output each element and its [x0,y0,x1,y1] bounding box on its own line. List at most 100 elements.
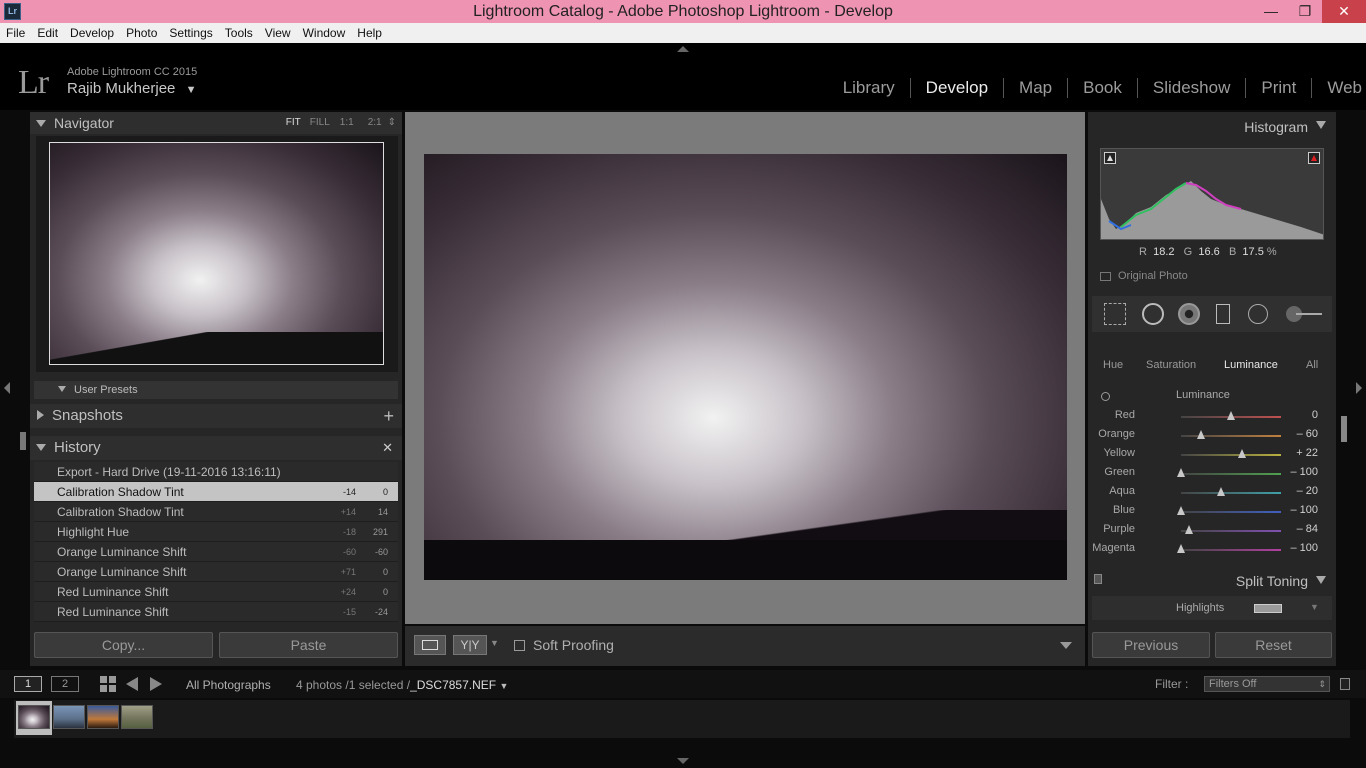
copy-button[interactable]: Copy... [34,632,213,658]
tab-saturation[interactable]: Saturation [1146,359,1196,371]
slider-thumb[interactable] [1177,544,1185,553]
slider-track[interactable] [1181,435,1281,437]
forward-arrow-icon[interactable] [150,677,162,691]
tab-hue[interactable]: Hue [1103,359,1123,371]
menu-tools[interactable]: Tools [219,23,259,40]
menu-photo[interactable]: Photo [120,23,163,40]
history-item-selected[interactable]: Calibration Shadow Tint -14 0 [34,482,398,502]
module-map[interactable]: Map [1004,78,1069,98]
luminance-slider-aqua[interactable]: Aqua – 20 [1092,482,1332,501]
add-snapshot-icon[interactable]: + [383,404,394,428]
luminance-slider-green[interactable]: Green – 100 [1092,463,1332,482]
loupe-view-icon[interactable] [414,635,446,655]
slider-thumb[interactable] [1227,411,1235,420]
chevron-down-icon[interactable]: ▼ [490,638,499,648]
module-book[interactable]: Book [1068,78,1138,98]
toolbar-menu-icon[interactable] [1060,642,1072,649]
spot-removal-icon[interactable] [1142,303,1164,325]
menu-settings[interactable]: Settings [163,23,218,40]
menu-window[interactable]: Window [297,23,352,40]
zoom-stepper-icon[interactable]: ⇕ [388,117,396,128]
targeted-adjustment-icon[interactable] [1101,392,1110,401]
filmstrip-thumbnail[interactable] [87,705,119,729]
clear-history-icon[interactable]: ✕ [382,436,393,460]
module-web[interactable]: Web [1312,78,1366,98]
filmstrip-thumbnail[interactable] [121,705,153,729]
slider-track[interactable] [1181,549,1281,551]
paste-button[interactable]: Paste [219,632,398,658]
split-toning-header[interactable]: Split Toning [1092,570,1332,592]
collapse-top-icon[interactable] [677,46,689,52]
restore-icon[interactable]: ❐ [1288,0,1322,23]
crop-tool-icon[interactable] [1104,303,1126,325]
luminance-slider-blue[interactable]: Blue – 100 [1092,501,1332,520]
menu-file[interactable]: File [0,23,31,40]
menu-help[interactable]: Help [351,23,388,40]
history-item[interactable]: Orange Luminance Shift +71 0 [34,562,398,582]
slider-track[interactable] [1181,454,1281,456]
tab-luminance[interactable]: Luminance [1224,359,1278,371]
history-item[interactable]: Red Luminance Shift +24 0 [34,582,398,602]
module-print[interactable]: Print [1246,78,1313,98]
chevron-down-icon[interactable]: ▼ [1310,602,1319,612]
zoom-fill[interactable]: FILL [310,117,330,128]
luminance-slider-magenta[interactable]: Magenta – 100 [1092,539,1332,558]
graduated-filter-icon[interactable] [1216,304,1230,324]
history-item[interactable]: Orange Luminance Shift -60 -60 [34,542,398,562]
slider-track[interactable] [1181,492,1281,494]
luminance-slider-orange[interactable]: Orange – 60 [1092,425,1332,444]
minimize-icon[interactable]: — [1254,0,1288,23]
zoom-2-1[interactable]: 2:1 [368,117,382,128]
source-label[interactable]: All Photographs [186,678,271,692]
original-photo-checkbox[interactable] [1100,272,1111,281]
module-slideshow[interactable]: Slideshow [1138,78,1247,98]
slider-thumb[interactable] [1177,506,1185,515]
previous-button[interactable]: Previous [1092,632,1210,658]
primary-window-button[interactable]: 1 [14,676,42,692]
slider-track[interactable] [1181,530,1281,532]
soft-proofing-checkbox[interactable] [514,640,525,651]
menu-view[interactable]: View [259,23,297,40]
slider-track[interactable] [1181,473,1281,475]
highlights-swatch[interactable] [1254,604,1282,613]
close-icon[interactable]: ✕ [1322,0,1366,23]
luminance-slider-purple[interactable]: Purple – 84 [1092,520,1332,539]
history-item[interactable]: Highlight Hue -18 291 [34,522,398,542]
secondary-window-button[interactable]: 2 [51,676,79,692]
collapse-bottom-icon[interactable] [677,758,689,764]
snapshots-header[interactable]: Snapshots + [30,404,402,428]
filmstrip-thumbnail[interactable] [53,705,85,729]
collapse-right-icon[interactable] [1356,382,1362,394]
navigator-preview[interactable] [49,142,384,365]
history-item[interactable]: Export - Hard Drive (19-11-2016 13:16:11… [34,462,398,482]
module-develop[interactable]: Develop [911,78,1005,98]
history-item[interactable]: Calibration Shadow Tint +14 14 [34,502,398,522]
shadow-clipping-icon[interactable] [1104,152,1116,164]
panel-switch-icon[interactable] [1094,574,1102,584]
filmstrip-status[interactable]: 4 photos /1 selected /_DSC7857.NEF ▼ [296,678,508,692]
zoom-fit[interactable]: FIT [286,117,301,128]
adjustment-brush-icon[interactable] [1286,306,1322,322]
luminance-slider-yellow[interactable]: Yellow + 22 [1092,444,1332,463]
reset-button[interactable]: Reset [1215,632,1332,658]
user-presets-header[interactable]: User Presets [34,381,398,399]
slider-thumb[interactable] [1217,487,1225,496]
history-header[interactable]: History ✕ [30,436,402,460]
slider-thumb[interactable] [1177,468,1185,477]
slider-thumb[interactable] [1197,430,1205,439]
histogram-header[interactable]: Histogram [1092,116,1332,138]
filmstrip-thumbnail[interactable] [18,705,50,729]
menu-edit[interactable]: Edit [31,23,64,40]
identity-user[interactable]: Rajib Mukherjee ▼ [67,80,196,97]
main-photo[interactable] [424,154,1067,580]
back-arrow-icon[interactable] [126,677,138,691]
left-scrollbar[interactable] [20,432,26,450]
grid-view-icon[interactable] [100,676,116,692]
collapse-left-icon[interactable] [4,382,10,394]
menu-develop[interactable]: Develop [64,23,120,40]
zoom-1-1[interactable]: 1:1 [340,117,354,128]
luminance-slider-red[interactable]: Red 0 [1092,406,1332,425]
before-after-icon[interactable]: Y|Y [453,635,487,655]
filter-lock-icon[interactable] [1340,678,1350,690]
right-scrollbar[interactable] [1341,416,1347,442]
